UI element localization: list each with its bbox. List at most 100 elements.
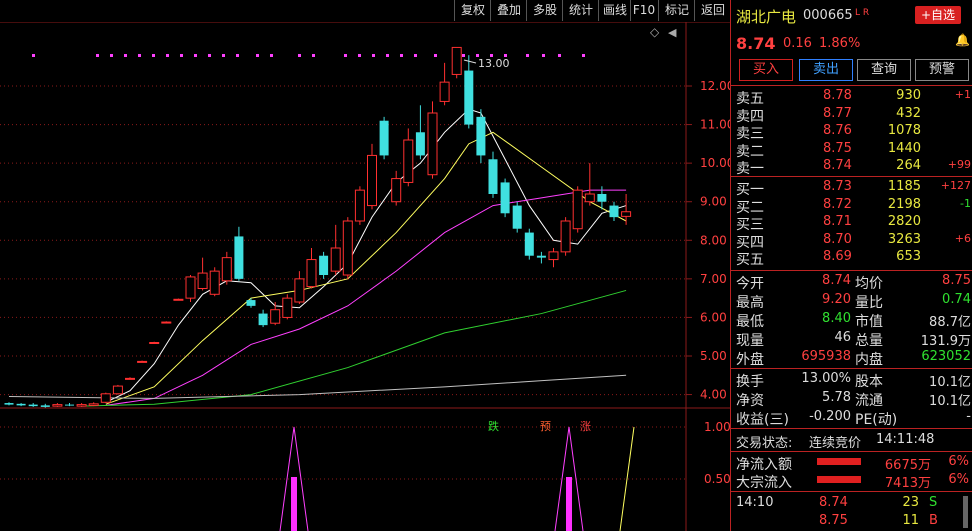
candle-body	[548, 251, 559, 261]
signal-dot	[312, 54, 315, 57]
fundamental-value: 10.1亿	[929, 375, 971, 390]
multi-stock-button[interactable]: 多股	[526, 0, 563, 21]
bid-volume: 2820	[887, 214, 921, 229]
stock-code: 000665	[803, 8, 853, 23]
query-button[interactable]: 查询	[857, 59, 911, 81]
y-tick-label: 4.00	[700, 388, 727, 402]
ma-line-ma10	[105, 131, 627, 405]
signal-dot	[124, 54, 127, 57]
fundamental-label: PE(动)	[855, 412, 898, 428]
signal-dot	[256, 54, 259, 57]
signal-dot	[96, 54, 99, 57]
stat-label: 现量	[736, 333, 764, 349]
signal-dot	[372, 54, 375, 57]
back-button[interactable]: 返回	[694, 0, 731, 21]
bid-level-label: 买五	[736, 252, 764, 268]
max-price-label: 13.00	[478, 57, 510, 70]
tick-side: S	[929, 495, 938, 510]
candle-body	[258, 313, 268, 326]
candle-body	[609, 205, 619, 218]
candle-body	[621, 211, 632, 217]
candle-body	[149, 342, 160, 344]
bid-volume: 3263	[887, 231, 921, 247]
bell-icon[interactable]: 🔔	[955, 33, 970, 47]
candle-body	[197, 272, 208, 289]
diamond-icon[interactable]: ◇	[650, 25, 660, 39]
current-price: 8.74	[736, 34, 776, 53]
candle-body	[246, 300, 256, 306]
collapse-icon[interactable]: ◀	[668, 26, 677, 39]
flow-pct: 6%	[948, 454, 969, 469]
signal-dot	[434, 54, 437, 57]
divider	[731, 85, 972, 86]
quote-panel: 湖北广电 000665 L R +自选 🔔 8.74 0.16 1.86% 买入…	[730, 0, 972, 531]
bid-price: 8.73	[823, 179, 852, 194]
stat-value: 9.20	[822, 292, 851, 307]
f10-button[interactable]: F10	[630, 0, 657, 21]
trade-status-value: 连续竞价	[809, 436, 862, 451]
tick-volume: 23	[902, 495, 919, 510]
sub-bar	[566, 477, 572, 531]
mark-button[interactable]: 标记	[658, 0, 695, 21]
bid-volume: 1185	[887, 179, 921, 194]
signal-dot	[582, 54, 585, 57]
sub-indicator-panel: 1.00 0.50	[0, 420, 730, 531]
divider	[731, 451, 972, 452]
bid-volume: 653	[896, 249, 921, 264]
fundamental-label: 流通	[855, 393, 883, 409]
candle-body	[464, 70, 474, 125]
bid-price: 8.69	[823, 249, 852, 264]
add-favorite-button[interactable]: +自选	[915, 6, 961, 24]
ask-price: 8.76	[823, 123, 852, 138]
divider	[731, 491, 972, 492]
candle-body	[137, 360, 148, 363]
candle-body	[439, 81, 450, 102]
overlay-button[interactable]: 叠加	[490, 0, 527, 21]
divider	[731, 176, 972, 177]
stat-label: 市值	[855, 314, 883, 330]
moving-average-lines	[8, 108, 627, 407]
signal-markers: 跌预涨	[488, 419, 591, 433]
stat-value: 88.7亿	[929, 315, 971, 330]
divider	[731, 428, 972, 429]
candle-body	[100, 393, 111, 403]
ask-volume: 264	[896, 158, 921, 173]
candle-body	[536, 255, 546, 258]
flow-bar	[817, 458, 861, 465]
y-tick-label: 8.00	[700, 233, 727, 247]
y-tick-label: 10.00	[700, 156, 730, 170]
sell-button[interactable]: 卖出	[799, 59, 853, 81]
ask-volume: 432	[896, 105, 921, 121]
y-tick-label: 11.00	[700, 118, 730, 132]
statistics-button[interactable]: 统计	[562, 0, 599, 21]
candle-body	[88, 403, 99, 406]
stat-label: 最高	[736, 295, 764, 311]
tick-price: 8.74	[819, 495, 848, 510]
restore-rights-button[interactable]: 复权	[454, 0, 491, 21]
fundamental-value: 10.1亿	[929, 394, 971, 409]
candle-body	[524, 232, 534, 256]
stat-label: 今开	[736, 276, 764, 292]
alert-button[interactable]: 预警	[915, 59, 969, 81]
signal-dot	[270, 54, 273, 57]
signal-dot	[542, 54, 545, 57]
signal-dot	[414, 54, 417, 57]
candle-body	[16, 403, 26, 406]
candle-body	[597, 194, 607, 202]
signal-dot	[386, 54, 389, 57]
stat-value: 46	[834, 330, 851, 345]
kline-chart[interactable]: 12.0011.0010.009.008.007.006.005.004.00 …	[0, 22, 730, 531]
stat-label: 内盘	[855, 352, 883, 368]
y-tick-label: 12.00	[700, 79, 730, 93]
candle-body	[379, 120, 389, 156]
candle-body	[40, 405, 50, 407]
candle-body	[584, 193, 595, 203]
buy-button[interactable]: 买入	[739, 59, 793, 81]
candle-body	[294, 278, 305, 303]
stat-label: 最低	[736, 314, 764, 330]
draw-line-button[interactable]: 画线	[598, 0, 631, 21]
y-tick-label: 6.00	[700, 310, 727, 324]
tick-scrollbar[interactable]	[963, 496, 968, 528]
bid-delta: -1	[960, 196, 971, 210]
price-change: 0.16	[783, 36, 812, 51]
